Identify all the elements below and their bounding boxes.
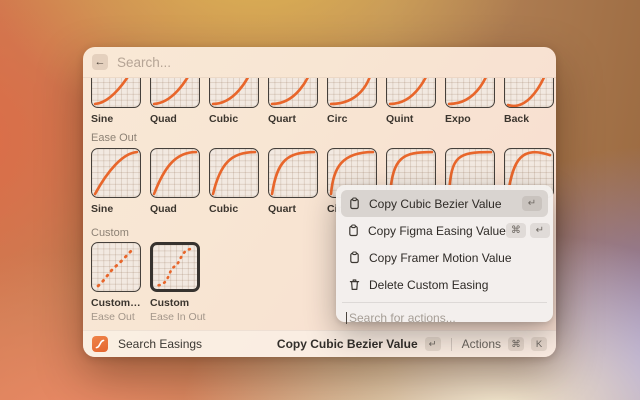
ease-in-quad-curve: [151, 78, 199, 107]
trash-icon: [347, 278, 361, 291]
action-bar: Search Easings Copy Cubic Bezier Value ↵…: [83, 330, 556, 357]
ease-in-quint-curve: [387, 78, 435, 107]
easing-card-cell[interactable]: Cubic: [209, 148, 259, 215]
actions-menu-button[interactable]: Actions: [462, 337, 501, 351]
easing-name: Quint: [386, 113, 436, 125]
enter-key-icon: ↵: [425, 337, 441, 351]
easing-name: Back: [504, 113, 554, 125]
custom-easing-thumbnail[interactable]: [91, 242, 141, 292]
easing-curve-thumbnail[interactable]: [268, 148, 318, 198]
ease-in-quart-curve: [269, 78, 317, 107]
easing-card-cell[interactable]: Sine: [91, 78, 141, 125]
ease-in-row: Sine Quad Cubic Quart Circ: [91, 78, 556, 125]
command-title: Search Easings: [118, 337, 202, 351]
menu-divider: [342, 302, 547, 303]
clipboard-icon: [347, 197, 361, 210]
ease-in-sine-curve: [92, 78, 140, 107]
easing-name: Quad: [150, 113, 200, 125]
easing-curve-thumbnail[interactable]: [150, 148, 200, 198]
easing-card-cell[interactable]: Sine: [91, 148, 141, 215]
search-header: ← Search...: [83, 47, 556, 78]
text-caret: [346, 312, 347, 324]
footer-divider: [451, 338, 452, 351]
custom-easing-type: Ease Out: [91, 311, 141, 323]
custom-easing-type: Ease In Out: [150, 311, 200, 323]
ease-out-cubic-curve: [210, 149, 258, 197]
ease-out-sine-curve: [92, 149, 140, 197]
section-header-ease-out: Ease Out: [91, 132, 137, 144]
custom-ease-in-out-curve: [153, 245, 197, 289]
ease-in-back-curve: [505, 78, 553, 107]
custom-easing-cell[interactable]: Custom Eas… Ease Out: [91, 242, 141, 323]
easing-curve-thumbnail[interactable]: [268, 78, 318, 108]
enter-key-icon: ↵: [522, 196, 542, 211]
custom-easing-name: Custom: [150, 297, 200, 309]
easing-card-cell[interactable]: Quint: [386, 78, 436, 125]
easing-curve-thumbnail[interactable]: [327, 78, 377, 108]
easing-name: Cubic: [209, 203, 259, 215]
actions-search-field[interactable]: Search for actions...: [341, 307, 548, 329]
easing-card-cell[interactable]: Circ: [327, 78, 377, 125]
menu-item-label: Copy Figma Easing Value: [368, 224, 506, 238]
easing-card-cell[interactable]: Back: [504, 78, 554, 125]
menu-item-copy-figma-easing[interactable]: Copy Figma Easing Value ⌘ ↵: [341, 217, 548, 244]
menu-item-label: Copy Cubic Bezier Value: [369, 197, 522, 211]
menu-item-label: Delete Custom Easing: [369, 278, 542, 292]
menu-item-copy-cubic-bezier[interactable]: Copy Cubic Bezier Value ↵: [341, 190, 548, 217]
search-input[interactable]: Search...: [117, 55, 171, 70]
ease-in-circ-curve: [328, 78, 376, 107]
ease-in-expo-curve: [446, 78, 494, 107]
command-key-icon: ⌘: [506, 223, 526, 238]
clipboard-icon: [347, 251, 361, 264]
actions-panel: Copy Cubic Bezier Value ↵ Copy Figma Eas…: [336, 185, 553, 322]
easing-curve-thumbnail[interactable]: [386, 78, 436, 108]
menu-item-copy-framer-motion[interactable]: Copy Framer Motion Value: [341, 244, 548, 271]
easing-curve-thumbnail[interactable]: [445, 78, 495, 108]
ease-out-quart-curve: [269, 149, 317, 197]
custom-ease-out-curve: [92, 243, 140, 291]
easing-card-cell[interactable]: Cubic: [209, 78, 259, 125]
easing-card-cell[interactable]: Quart: [268, 78, 318, 125]
easing-name: Quart: [268, 113, 318, 125]
easing-name: Quad: [150, 203, 200, 215]
desktop-background: ← Search... Sine Quad Cubic: [0, 0, 640, 400]
easing-card-cell[interactable]: Quad: [150, 148, 200, 215]
primary-action-button[interactable]: Copy Cubic Bezier Value: [277, 337, 418, 351]
easing-curve-thumbnail[interactable]: [91, 78, 141, 108]
actions-search-placeholder: Search for actions...: [349, 311, 456, 325]
enter-key-icon: ↵: [530, 223, 550, 238]
k-key-icon: K: [531, 337, 547, 351]
easing-name: Circ: [327, 113, 377, 125]
section-header-custom: Custom: [91, 227, 129, 239]
easing-name: Cubic: [209, 113, 259, 125]
ease-in-cubic-curve: [210, 78, 258, 107]
footer-actions-group: Copy Cubic Bezier Value ↵ Actions ⌘ K: [277, 337, 547, 351]
easing-curve-thumbnail[interactable]: [209, 78, 259, 108]
back-button[interactable]: ←: [92, 54, 108, 70]
menu-item-label: Copy Framer Motion Value: [369, 251, 542, 265]
custom-row: Custom Eas… Ease Out Custom Ease In Out: [91, 242, 209, 323]
menu-item-delete-custom-easing[interactable]: Delete Custom Easing: [341, 271, 548, 298]
easing-curve-thumbnail[interactable]: [504, 78, 554, 108]
clipboard-icon: [347, 224, 360, 237]
easing-card-cell[interactable]: Quart: [268, 148, 318, 215]
ease-out-quad-curve: [151, 149, 199, 197]
custom-easing-name: Custom Eas…: [91, 297, 141, 309]
custom-easing-thumbnail-selected[interactable]: [150, 242, 200, 292]
easing-name: Quart: [268, 203, 318, 215]
easing-curve-thumbnail[interactable]: [91, 148, 141, 198]
easing-card-cell[interactable]: Expo: [445, 78, 495, 125]
easing-name: Expo: [445, 113, 495, 125]
easing-curve-thumbnail[interactable]: [150, 78, 200, 108]
custom-easing-cell-selected[interactable]: Custom Ease In Out: [150, 242, 200, 323]
easing-card-cell[interactable]: Quad: [150, 78, 200, 125]
back-arrow-icon: ←: [95, 56, 106, 68]
command-key-icon: ⌘: [508, 337, 524, 351]
easings-app-icon: [92, 336, 108, 352]
easing-name: Sine: [91, 113, 141, 125]
easing-name: Sine: [91, 203, 141, 215]
easing-curve-thumbnail[interactable]: [209, 148, 259, 198]
